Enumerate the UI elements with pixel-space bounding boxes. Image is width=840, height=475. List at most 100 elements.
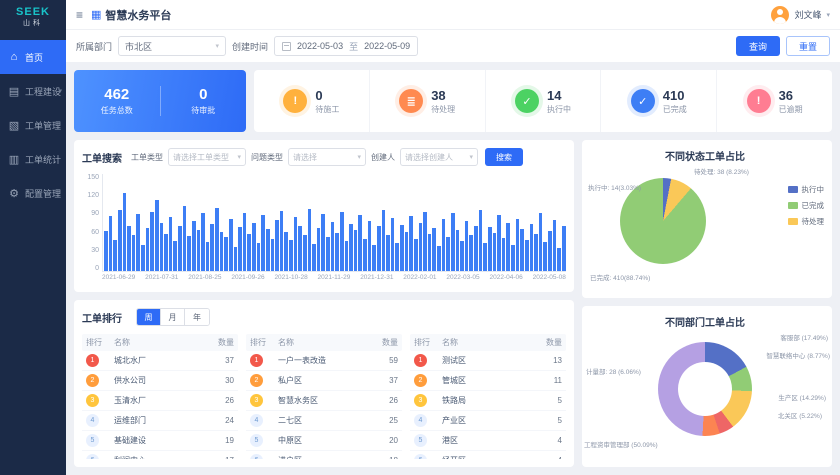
legend-label: 执行中 — [802, 184, 825, 195]
bar — [382, 210, 386, 271]
rank-name: 经开区 — [442, 455, 536, 459]
ranking-table: 排行名称数量1一户一表改造592私户区373智慧水务区264二七区255中原区2… — [246, 334, 402, 459]
legend-item[interactable]: 已完成 — [788, 200, 825, 211]
dept-select-value: 市北区 — [125, 40, 152, 53]
table-row: 4二七区25 — [246, 411, 402, 431]
stat-overdue: ! 36已逾期 — [717, 70, 832, 132]
rank-count: 37 — [372, 376, 398, 385]
bar — [516, 219, 520, 271]
bar — [368, 221, 372, 271]
bar — [308, 209, 312, 271]
legend-item[interactable]: 执行中 — [788, 184, 825, 195]
workorder-type-select[interactable]: 请选择工单类型 ▾ — [168, 148, 246, 166]
bar — [317, 228, 321, 271]
approve-label: 待审批 — [161, 105, 247, 116]
warning-icon: ! — [283, 89, 307, 113]
bar — [294, 217, 298, 271]
date-range-picker[interactable]: 2022-05-03 至 2022-05-09 — [274, 36, 418, 56]
collapse-menu-icon[interactable]: ≡ — [76, 8, 83, 22]
bar — [178, 226, 182, 271]
bar — [520, 229, 524, 271]
stat-value: 36 — [779, 88, 793, 103]
sidebar-item-home[interactable]: ⌂ 首页 — [0, 40, 66, 74]
rank-name: 产业区 — [442, 415, 536, 426]
bar — [456, 230, 460, 271]
bar — [331, 222, 335, 271]
tab-month[interactable]: 月 — [161, 309, 185, 325]
check-icon: ✓ — [515, 89, 539, 113]
rank-name: 进户区 — [278, 455, 372, 459]
legend-item[interactable]: 待处理 — [788, 216, 825, 227]
sidebar-item-construction[interactable]: ▤ 工程建设 ▾ — [0, 74, 66, 108]
stat-in-progress: ✓ 14执行中 — [486, 70, 602, 132]
end-date[interactable]: 2022-05-09 — [364, 41, 410, 51]
bar — [386, 235, 390, 271]
sidebar-item-statistics[interactable]: ▥ 工单统计 — [0, 142, 66, 176]
rank-name: 铁路局 — [442, 395, 536, 406]
user-menu[interactable]: 刘文峰 ▾ — [771, 6, 830, 24]
rank-count: 17 — [208, 456, 234, 459]
legend-swatch-icon — [788, 202, 798, 209]
chevron-down-icon[interactable]: ▾ — [826, 11, 830, 19]
issue-type-select[interactable]: 请选择 ▾ — [288, 148, 366, 166]
bar — [400, 225, 404, 271]
bar — [275, 220, 279, 271]
table-row: 1测试区13 — [410, 351, 566, 371]
sidebar-item-settings[interactable]: ⚙ 配置管理 — [0, 176, 66, 210]
bar — [164, 234, 168, 272]
creator-select[interactable]: 请选择创建人 ▾ — [400, 148, 478, 166]
bar — [423, 212, 427, 271]
rank-badge: 6 — [250, 454, 263, 459]
rank-name: 利润中心 — [114, 455, 208, 459]
rank-name: 中原区 — [278, 435, 372, 446]
rank-count: 11 — [536, 376, 562, 385]
avatar[interactable] — [771, 6, 789, 24]
bar — [391, 218, 395, 271]
reset-button[interactable]: 重置 — [786, 36, 830, 56]
rank-badge: 2 — [86, 374, 99, 387]
rank-count: 20 — [372, 436, 398, 445]
bar — [432, 228, 436, 271]
pending-approval: 0 待审批 — [161, 86, 247, 116]
bar — [326, 237, 330, 271]
bar — [405, 232, 409, 271]
table-row: 5中原区20 — [246, 431, 402, 451]
stat-value: 410 — [663, 88, 685, 103]
range-separator: 至 — [349, 40, 358, 53]
stat-awaiting-construction: ! 0待施工 — [254, 70, 370, 132]
bar — [437, 246, 441, 271]
table-row: 6利润中心17 — [82, 451, 238, 459]
stat-completed: ✓ 410已完成 — [601, 70, 717, 132]
sidebar-item-workorder[interactable]: ▧ 工单管理 — [0, 108, 66, 142]
donut-hole — [678, 362, 732, 416]
bar — [377, 226, 381, 271]
bar — [150, 212, 154, 271]
bar — [349, 224, 353, 271]
tab-year[interactable]: 年 — [185, 309, 209, 325]
bar — [446, 237, 450, 271]
dept-select[interactable]: 市北区 ▾ — [118, 36, 226, 56]
bar — [243, 213, 247, 271]
rank-badge: 1 — [86, 354, 99, 367]
bar — [409, 216, 413, 271]
status-pie-card: 不同状态工单占比 执行中: 14(3.03%) 待处理: 38 (8.23%) … — [582, 140, 832, 298]
app-root: SEEK 山科 ⌂ 首页 ▤ 工程建设 ▾ ▧ 工单管理 ▥ 工单统计 ⚙ — [0, 0, 840, 475]
bar — [247, 234, 251, 271]
rank-name: 测试区 — [442, 355, 536, 366]
chevron-down-icon: ▾ — [469, 153, 473, 161]
tab-week[interactable]: 周 — [137, 309, 161, 325]
select-placeholder: 请选择创建人 — [405, 152, 453, 163]
search-button[interactable]: 搜索 — [485, 148, 523, 166]
bar — [483, 243, 487, 271]
start-date[interactable]: 2022-05-03 — [297, 41, 343, 51]
query-button[interactable]: 查询 — [736, 36, 780, 56]
rank-name: 供水公司 — [114, 375, 208, 386]
chevron-down-icon: ▾ — [357, 153, 361, 161]
rank-badge: 3 — [86, 394, 99, 407]
ranking-header: 工单排行 周 月 年 — [82, 308, 566, 326]
table-row: 4产业区5 — [410, 411, 566, 431]
stat-value: 14 — [547, 88, 561, 103]
bar — [271, 239, 275, 271]
rank-count: 25 — [372, 416, 398, 425]
bar — [215, 208, 219, 271]
